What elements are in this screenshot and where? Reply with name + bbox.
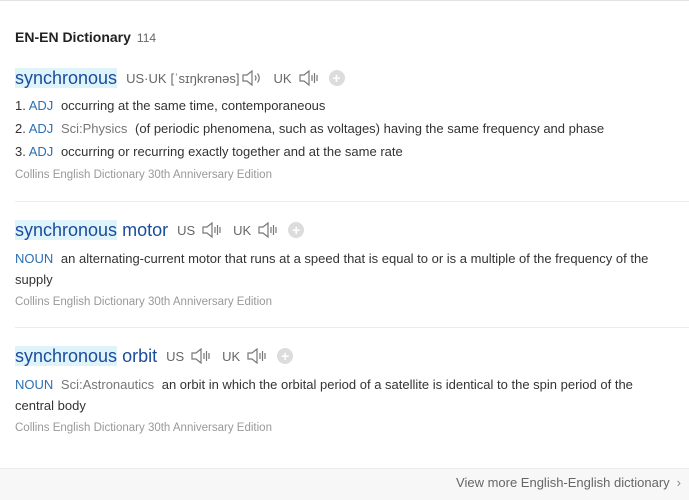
def-number: 3. <box>15 144 26 159</box>
pronunciation: US UK <box>166 347 268 365</box>
us-uk-label: US·UK <box>126 70 167 86</box>
result-count: 114 <box>136 31 157 45</box>
headword[interactable]: synchronous <box>15 67 118 89</box>
speaker-icon[interactable] <box>190 347 212 365</box>
entry-headrow: synchronous motor US UK + <box>15 218 689 242</box>
ipa-text: [ˈsɪŋkrənəs] <box>170 70 240 86</box>
us-label: US <box>166 348 185 364</box>
speaker-icon[interactable] <box>298 69 320 87</box>
view-more-link[interactable]: View more English-English dictionary › <box>456 475 681 490</box>
speaker-icon[interactable] <box>241 69 263 87</box>
speaker-icon[interactable] <box>246 347 268 365</box>
us-label: US <box>177 222 196 238</box>
part-of-speech[interactable]: ADJ <box>29 121 54 136</box>
subject-domain: Sci:Astronautics <box>60 377 155 392</box>
top-divider <box>0 0 689 1</box>
pronunciation: US·UK [ˈsɪŋkrənəs] UK <box>126 69 319 87</box>
headword[interactable]: synchronous motor <box>15 219 168 241</box>
entry-headrow: synchronous US·UK [ˈsɪŋkrənəs] UK + <box>15 66 689 90</box>
dictionary-title: EN-EN Dictionary <box>15 29 131 45</box>
footer-bar: View more English-English dictionary › <box>0 468 689 500</box>
entry-divider <box>15 327 689 328</box>
dictionary-header: EN-EN Dictionary 114 <box>15 29 156 45</box>
speaker-icon[interactable] <box>201 221 223 239</box>
uk-label: UK <box>273 70 292 86</box>
part-of-speech[interactable]: NOUN <box>15 251 53 266</box>
add-to-wordbook-button[interactable]: + <box>277 348 294 364</box>
chevron-right-icon: › <box>676 475 681 490</box>
def-number: 1. <box>15 98 26 113</box>
subject-domain: Sci:Physics <box>60 121 128 136</box>
def-number: 2. <box>15 121 26 136</box>
pronunciation: US UK <box>177 221 279 239</box>
entry-synchronous-orbit: synchronous orbit US UK + NOUN Sci:Astro… <box>15 344 689 434</box>
definition-text: (of periodic phenomena, such as voltages… <box>135 121 605 136</box>
definition-item: NOUN an alternating-current motor that r… <box>15 248 689 290</box>
part-of-speech[interactable]: ADJ <box>29 144 54 159</box>
entry-synchronous-motor: synchronous motor US UK + NOUN an altern… <box>15 218 689 308</box>
part-of-speech[interactable]: NOUN <box>15 377 53 392</box>
definition-text: occurring or recurring exactly together … <box>60 144 403 159</box>
headword[interactable]: synchronous orbit <box>15 345 157 367</box>
speaker-icon[interactable] <box>257 221 279 239</box>
definition-item: 2. ADJ Sci:Physics (of periodic phenomen… <box>15 117 689 140</box>
source-citation: Collins English Dictionary 30th Annivers… <box>15 296 272 308</box>
entry-headrow: synchronous orbit US UK + <box>15 344 689 368</box>
part-of-speech[interactable]: ADJ <box>29 98 54 113</box>
definition-text: occurring at the same time, contemporane… <box>60 98 326 113</box>
entry-synchronous: synchronous US·UK [ˈsɪŋkrənəs] UK + 1. A… <box>15 66 689 181</box>
definition-list: 1. ADJ occurring at the same time, conte… <box>15 94 689 163</box>
uk-label: UK <box>233 222 252 238</box>
entry-divider <box>15 201 689 202</box>
definition-item: 3. ADJ occurring or recurring exactly to… <box>15 140 689 163</box>
source-citation: Collins English Dictionary 30th Annivers… <box>15 169 272 181</box>
view-more-label: View more English-English dictionary <box>456 475 670 490</box>
definition-text: an alternating-current motor that runs a… <box>15 251 649 287</box>
definition-item: 1. ADJ occurring at the same time, conte… <box>15 94 689 117</box>
add-to-wordbook-button[interactable]: + <box>288 222 305 238</box>
uk-label: UK <box>222 348 241 364</box>
definition-item: NOUN Sci:Astronautics an orbit in which … <box>15 374 689 416</box>
source-citation: Collins English Dictionary 30th Annivers… <box>15 422 272 434</box>
add-to-wordbook-button[interactable]: + <box>328 70 345 86</box>
